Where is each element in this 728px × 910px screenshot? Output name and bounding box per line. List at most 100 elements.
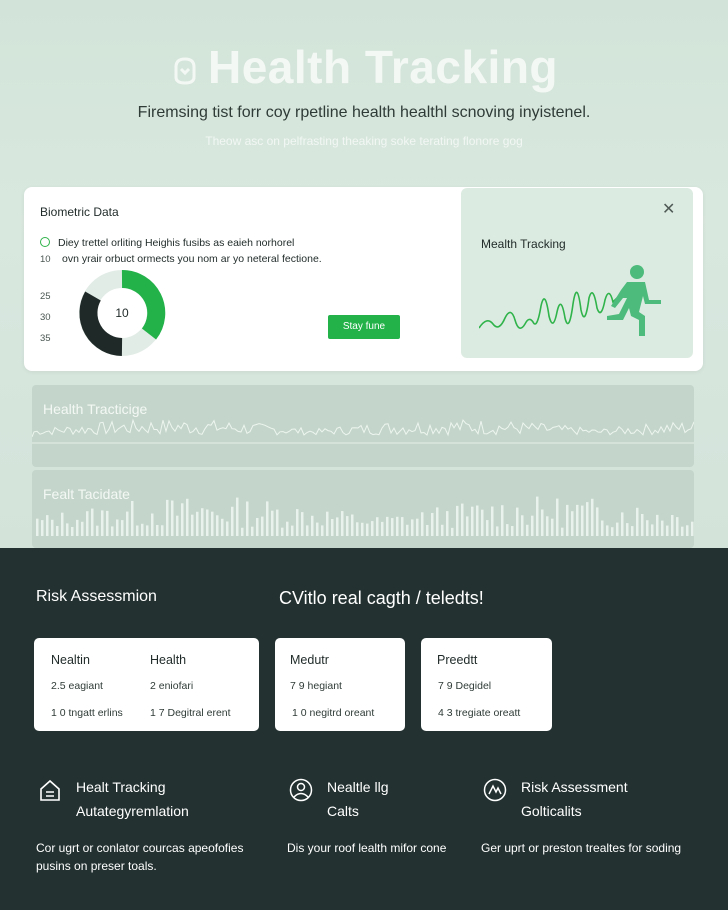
waveform-bar bbox=[516, 507, 519, 536]
waveform-bar bbox=[241, 527, 244, 536]
risk-card-value: 7 9 hegiant bbox=[290, 680, 342, 692]
user-icon bbox=[289, 778, 313, 802]
waveform-bar bbox=[441, 524, 444, 536]
waveform-bar bbox=[76, 519, 79, 536]
waveform-bar bbox=[336, 517, 339, 536]
waveform-bar bbox=[331, 519, 334, 536]
waveform-bar bbox=[536, 496, 539, 536]
waveform-bar bbox=[296, 509, 299, 536]
waveform-bar bbox=[291, 525, 294, 536]
waveform-bar bbox=[266, 501, 269, 536]
risk-title: Risk Assessmion bbox=[36, 588, 157, 605]
close-icon[interactable]: ✕ bbox=[662, 202, 675, 218]
feature-description: Cor ugrt or conlator courcas apeofofies … bbox=[36, 839, 243, 875]
waveform-bar bbox=[206, 509, 209, 536]
waveform-bar bbox=[371, 521, 374, 536]
waveform-bar bbox=[651, 524, 654, 536]
waveform-bar bbox=[326, 511, 329, 536]
waveform-bar bbox=[91, 508, 94, 536]
hero-section: Health Tracking Firemsing tist forr coy … bbox=[0, 0, 728, 548]
stay-button[interactable]: Stay fune bbox=[328, 315, 400, 339]
waveform-bar bbox=[216, 515, 219, 536]
y-tick-label: 25 bbox=[40, 291, 51, 302]
waveform-bar bbox=[476, 505, 479, 536]
waveform-bar bbox=[166, 499, 169, 536]
risk-card-3[interactable]: Preedtt 7 9 Degidel 4 3 tregiate oreatt bbox=[421, 638, 552, 731]
waveform-bar bbox=[381, 521, 384, 536]
page-title-text: Health Tracking bbox=[207, 41, 559, 93]
waveform-bar bbox=[366, 523, 369, 536]
waveform-bar bbox=[56, 526, 59, 536]
house-icon bbox=[40, 779, 60, 801]
waveform-bar bbox=[176, 515, 179, 536]
waveform-bar bbox=[601, 520, 604, 536]
waveform-bar bbox=[106, 510, 109, 536]
waveform-bar bbox=[456, 505, 459, 536]
waveform-bar bbox=[411, 519, 414, 536]
feature-description-line: Dis your roof lealth mifor cone bbox=[287, 841, 447, 855]
waveform-bar bbox=[671, 515, 674, 536]
risk-section: Risk Assessmion CVitlo real cagth / tele… bbox=[0, 548, 728, 910]
waveform-bar bbox=[556, 498, 559, 536]
waveform-bar bbox=[96, 525, 99, 536]
waveform-bar bbox=[576, 504, 579, 536]
waveform-bar bbox=[586, 502, 589, 536]
waveform-bar bbox=[111, 526, 114, 536]
waveform-bar bbox=[151, 513, 154, 536]
risk-card-1[interactable]: Nealtin 2.5 eagiant 1 0 tngatt erlins He… bbox=[34, 638, 259, 731]
waveform-bar bbox=[376, 517, 379, 536]
hero-subtitle: Firemsing tist forr coy rpetline health … bbox=[137, 104, 591, 121]
shield-icon bbox=[483, 778, 507, 802]
waveform-bar bbox=[471, 506, 474, 536]
risk-card-2[interactable]: Medutr 7 9 hegiant 1 0 negitrd oreant bbox=[275, 638, 405, 731]
waveform-bar bbox=[36, 518, 39, 536]
waveform-bar bbox=[116, 519, 119, 536]
waveform-bar bbox=[131, 501, 134, 536]
waveform-bar bbox=[401, 517, 404, 536]
biometric-line-2: 10 ovn yrair orbuct ormects you nom ar yo… bbox=[40, 253, 322, 265]
risk-card-value: 7 9 Degidel bbox=[438, 680, 492, 692]
waveform-bar bbox=[511, 526, 514, 536]
risk-card-value: 2.5 eagiant bbox=[51, 680, 103, 692]
waveform-bar bbox=[501, 505, 504, 536]
waveform-bar bbox=[221, 518, 224, 536]
waveform-bar bbox=[691, 521, 694, 536]
waveform-bar bbox=[351, 514, 354, 536]
waveform-bar bbox=[251, 526, 254, 536]
waveform-bar bbox=[661, 520, 664, 536]
waveform-bar bbox=[616, 522, 619, 536]
waveform-bar bbox=[506, 524, 509, 536]
waveform-bar bbox=[196, 511, 199, 536]
waveform-bar bbox=[61, 512, 64, 536]
waveform-bar bbox=[626, 523, 629, 536]
tracking-panel: ✕ Mealth Tracking bbox=[461, 188, 693, 358]
waveform-bar bbox=[246, 501, 249, 536]
feature-title: Healt Tracking bbox=[76, 779, 166, 795]
waveform-bar bbox=[636, 507, 639, 536]
waveform-bar bbox=[66, 523, 69, 536]
waveform-bar bbox=[451, 527, 454, 536]
waveform-bar bbox=[421, 512, 424, 536]
feature-subtitle: Autategyremlation bbox=[76, 803, 189, 819]
risk-card-value: 1 0 tngatt erlins bbox=[51, 707, 123, 719]
risk-card-heading: Medutr bbox=[290, 653, 329, 667]
y-tick-label: 35 bbox=[40, 333, 51, 344]
risk-card-heading: Preedtt bbox=[437, 653, 478, 667]
waveform-bar bbox=[121, 520, 124, 536]
waveform-bar bbox=[136, 525, 139, 536]
waveform-bar bbox=[356, 522, 359, 536]
waveform-bar bbox=[316, 522, 319, 536]
bar-strip: Fealt Tacidate bbox=[32, 470, 694, 548]
waveform-bar bbox=[346, 516, 349, 536]
waveform-bar bbox=[406, 524, 409, 536]
waveform-bar bbox=[101, 510, 104, 536]
waveform-bar bbox=[686, 525, 689, 536]
risk-card-heading: Health bbox=[150, 653, 187, 667]
risk-card-heading: Nealtin bbox=[51, 653, 90, 667]
biometric-card: Biometric Data Diey trettel orliting Hei… bbox=[24, 187, 703, 371]
waveform-bar bbox=[591, 498, 594, 536]
waveform-bar bbox=[541, 509, 544, 536]
waveform-bar bbox=[191, 514, 194, 536]
biometric-line-1: Diey trettel orliting Heighis fusibs as … bbox=[40, 237, 294, 249]
waveform-bar bbox=[171, 500, 174, 536]
